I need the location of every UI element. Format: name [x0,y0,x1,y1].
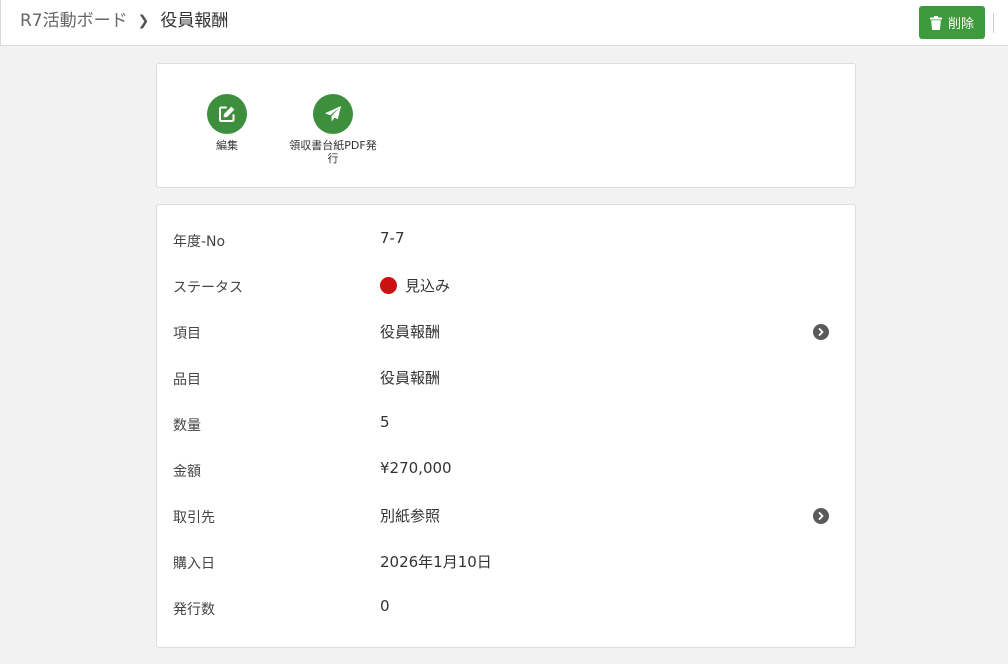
actions-panel: 編集 領収書台紙PDF発行 [156,63,856,188]
delete-button[interactable]: 削除 [919,6,985,39]
header-bar: R7活動ボード ❯ 役員報酬 削除 [0,0,1008,46]
details-panel: 年度-No 7-7 ステータス 見込み 項目 役員報酬 品目 役員報酬 数量 5… [156,204,856,648]
status-text: 見込み [405,277,451,295]
field-label: 年度-No [173,234,226,250]
field-row-status: ステータス 見込み [157,263,855,309]
field-row-fiscal-no: 年度-No 7-7 [157,217,855,263]
field-row-vendor: 取引先 別紙参照 [157,493,855,539]
field-label: ステータス [173,280,243,296]
field-value: 7-7 [380,229,405,247]
chevron-right-icon [818,328,824,336]
field-value: 5 [380,413,390,431]
field-value: ¥270,000 [380,459,452,477]
header-divider [993,13,994,33]
field-label: 項目 [173,326,201,342]
field-label: 取引先 [173,510,215,526]
edit-icon [219,106,235,122]
breadcrumb-parent-link[interactable]: R7活動ボード [20,11,128,31]
chevron-right-icon: ❯ [137,13,150,29]
page-title: 役員報酬 [160,11,229,31]
field-row-quantity: 数量 5 [157,401,855,447]
delete-button-label: 削除 [947,17,974,32]
edit-action-label: 編集 [216,139,238,152]
field-value: 役員報酬 [380,323,441,341]
send-icon-circle [313,94,353,134]
receipt-pdf-action-button[interactable]: 領収書台紙PDF発行 [278,94,388,165]
field-label: 発行数 [173,602,215,618]
send-icon [325,106,341,122]
field-value: 別紙参照 [380,507,441,525]
field-label: 数量 [173,418,201,434]
field-row-amount: 金額 ¥270,000 [157,447,855,493]
trash-icon [929,15,942,30]
field-value: 役員報酬 [380,369,441,387]
field-label: 金額 [173,464,201,480]
field-label: 品目 [173,372,201,388]
field-row-category: 項目 役員報酬 [157,309,855,355]
receipt-pdf-action-label: 領収書台紙PDF発行 [289,139,377,165]
chevron-right-circle-icon[interactable] [813,508,829,524]
field-row-purchase-date: 購入日 2026年1月10日 [157,539,855,585]
edit-action-button[interactable]: 編集 [172,94,282,152]
status-value: 見込み [380,275,450,296]
status-dot-icon [380,277,397,294]
breadcrumb: R7活動ボード ❯ 役員報酬 [20,10,228,32]
field-label: 購入日 [173,556,215,572]
edit-icon-circle [207,94,247,134]
chevron-right-icon [818,512,824,520]
field-row-item: 品目 役員報酬 [157,355,855,401]
field-value: 0 [380,597,390,615]
field-value: 2026年1月10日 [380,553,492,571]
chevron-right-circle-icon[interactable] [813,324,829,340]
field-row-issue-count: 発行数 0 [157,585,855,631]
